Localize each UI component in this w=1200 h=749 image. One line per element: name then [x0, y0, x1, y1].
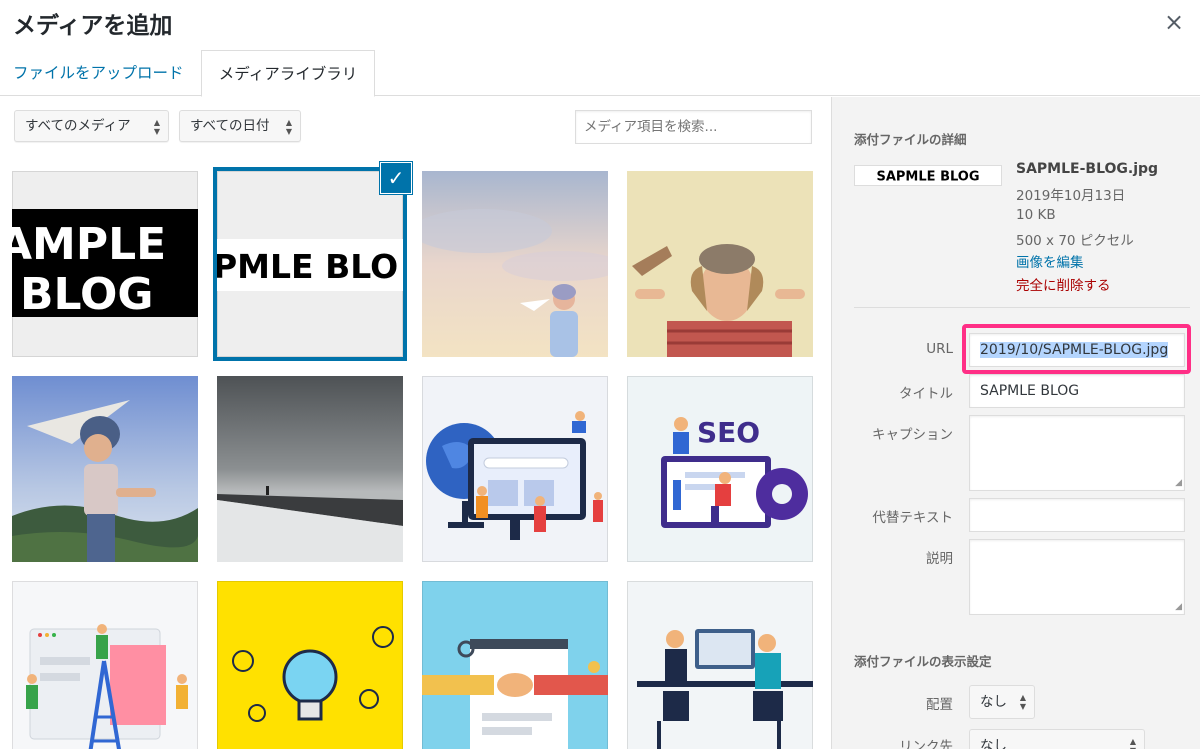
- media-tabs: ファイルをアップロード メディアライブラリ: [0, 50, 1200, 97]
- stormy-beach-photo: [217, 376, 403, 562]
- tab-media-library[interactable]: メディアライブラリ: [201, 50, 375, 97]
- title-label: タイトル: [899, 386, 953, 402]
- sample-blog-logo-image: AMPLE BLOG: [12, 209, 198, 320]
- link-to-select-value: なし: [980, 738, 1007, 749]
- attachment-thumbnail-image: SAPMLE BLOG: [876, 170, 979, 185]
- seo-text: SEO: [697, 416, 760, 449]
- display-settings-heading: 添付ファイルの表示設定: [854, 654, 992, 669]
- select-arrows-icon: ▲▼: [1019, 693, 1026, 711]
- media-item-sample-blog-logo[interactable]: AMPLE BLOG: [12, 171, 198, 357]
- tab-upload-files[interactable]: ファイルをアップロード: [13, 50, 184, 96]
- media-item-ladder-ui[interactable]: [12, 581, 198, 749]
- url-value: 2019/10/SAPMLE-BLOG.jpg: [980, 342, 1169, 358]
- media-item-child-toy-airplane[interactable]: [627, 171, 813, 357]
- media-item-boy-paper-plane[interactable]: [12, 376, 198, 562]
- description-textarea[interactable]: ◢: [969, 539, 1185, 615]
- logo-text-line2: BLOG: [20, 269, 154, 320]
- lightbulbs-illustration: [232, 626, 394, 722]
- description-label: 説明: [926, 551, 953, 567]
- media-toolbar: すべてのメディア ▲ ▼ すべての日付 ▲ ▼: [0, 97, 831, 159]
- attachment-dimensions: 500 x 70 ピクセル: [1016, 233, 1134, 249]
- child-airplane-photo: [627, 171, 813, 357]
- link-to-select[interactable]: なし ▲▼: [969, 729, 1145, 749]
- close-icon[interactable]: ×: [1164, 10, 1184, 34]
- modal-title: メディアを追加: [13, 13, 173, 39]
- sample-blog-banner-image: PMLE BLO: [217, 239, 403, 291]
- delete-permanently-link[interactable]: 完全に削除する: [1016, 274, 1111, 294]
- alt-text-label: 代替テキスト: [872, 510, 953, 526]
- media-type-filter-label: すべてのメディア: [25, 118, 131, 134]
- sidebar-divider: [854, 307, 1190, 308]
- media-item-sample-blog-banner[interactable]: PMLE BLO: [213, 167, 407, 361]
- boy-plane-photo: [12, 376, 198, 562]
- modal-header: メディアを追加 ×: [0, 0, 1200, 50]
- media-item-child-paper-plane-sky[interactable]: [422, 171, 608, 357]
- globe-web-illustration: [426, 411, 603, 540]
- select-arrows-icon: ▲▼: [153, 118, 160, 136]
- attachment-details-heading: 添付ファイルの詳細: [854, 132, 967, 147]
- select-arrows-icon: ▲▼: [1129, 737, 1136, 749]
- media-item-lightbulbs[interactable]: [217, 581, 403, 749]
- caption-textarea[interactable]: ◢: [969, 415, 1185, 491]
- attachment-date: 2019年10月13日: [1016, 188, 1126, 204]
- attachment-details-sidebar: 添付ファイルの詳細 SAPMLE BLOG SAPMLE-BLOG.jpg 20…: [831, 97, 1200, 749]
- banner-text: PMLE BLO: [217, 247, 398, 286]
- resize-handle-icon[interactable]: ◢: [1175, 603, 1182, 612]
- attachment-filesize: 10 KB: [1016, 207, 1056, 223]
- selected-check-icon[interactable]: ✓: [381, 163, 411, 193]
- seo-illustration: SEO: [661, 416, 808, 528]
- media-item-seo[interactable]: SEO: [627, 376, 813, 562]
- alignment-label: 配置: [926, 697, 953, 713]
- date-filter[interactable]: すべての日付 ▲ ▼: [179, 110, 301, 142]
- date-filter-label: すべての日付: [190, 118, 270, 134]
- attachment-thumb-text: SAPMLE BLOG: [876, 170, 979, 185]
- media-grid: AMPLE BLOG PMLE BLO ✓ SEO: [0, 159, 831, 749]
- alt-text-field[interactable]: [969, 498, 1185, 532]
- media-item-stormy-beach[interactable]: [217, 376, 403, 562]
- alignment-select-value: なし: [980, 694, 1007, 710]
- handshake-illustration: [422, 639, 608, 749]
- attachment-thumbnail: SAPMLE BLOG: [854, 165, 1002, 186]
- url-label: URL: [926, 341, 953, 357]
- ladder-ui-illustration: [26, 624, 188, 749]
- edit-image-link[interactable]: 画像を編集: [1016, 251, 1084, 271]
- media-search-input[interactable]: [575, 110, 812, 144]
- media-item-handshake[interactable]: [422, 581, 608, 749]
- caption-label: キャプション: [872, 427, 953, 443]
- select-arrows-icon: ▲▼: [285, 118, 292, 136]
- child-sky-photo: [422, 171, 608, 357]
- url-field[interactable]: 2019/10/SAPMLE-BLOG.jpg: [969, 333, 1185, 367]
- office-desk-illustration: [637, 629, 813, 749]
- media-type-filter[interactable]: すべてのメディア ▲ ▼: [14, 110, 169, 142]
- logo-text-line1: AMPLE: [12, 219, 166, 270]
- alignment-select[interactable]: なし ▲ ▼: [969, 685, 1035, 719]
- title-field[interactable]: SAPMLE BLOG: [969, 374, 1185, 408]
- link-to-label: リンク先: [899, 739, 953, 749]
- media-item-office-desk[interactable]: [627, 581, 813, 749]
- resize-handle-icon[interactable]: ◢: [1175, 479, 1182, 488]
- media-item-globe-web[interactable]: [422, 376, 608, 562]
- attachment-filename: SAPMLE-BLOG.jpg: [1016, 161, 1159, 177]
